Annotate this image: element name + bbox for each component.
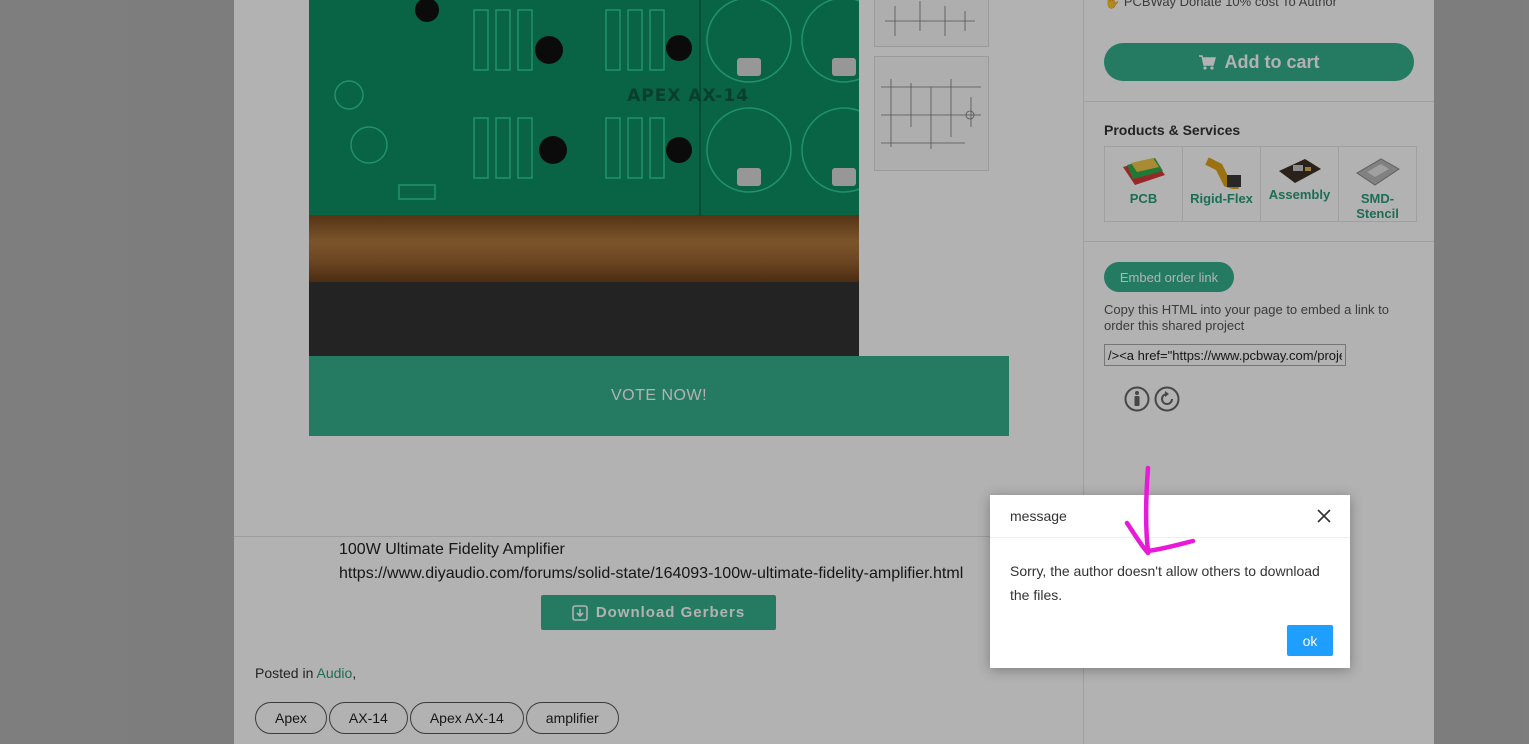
ok-button[interactable]: ok xyxy=(1287,625,1333,656)
annotation-arrow-icon xyxy=(1124,465,1196,556)
close-icon[interactable] xyxy=(1316,508,1332,524)
